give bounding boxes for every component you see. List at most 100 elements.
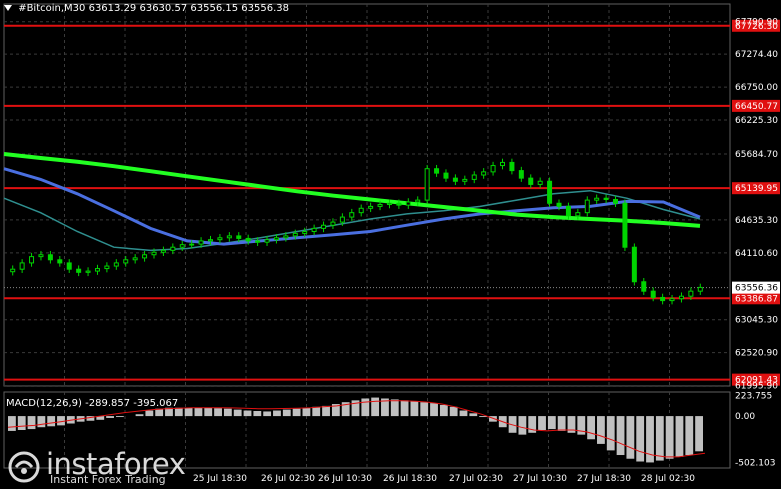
candle-body <box>302 231 308 234</box>
macd-histogram-bar <box>17 416 26 430</box>
candle-body <box>622 202 628 248</box>
instaforex-logo-icon <box>8 451 40 483</box>
macd-histogram-bar <box>400 400 409 417</box>
macd-histogram-bar <box>243 410 252 417</box>
macd-label: MACD(12,26,9) -289.857 -395.067 <box>6 398 179 409</box>
macd-histogram-bar <box>449 406 458 417</box>
candle-body <box>10 268 16 273</box>
macd-histogram-bar <box>547 416 556 430</box>
price-tick-label: 64110.60 <box>735 249 778 259</box>
macd-histogram-bar <box>665 416 674 459</box>
price-tick-label: 67274.40 <box>735 50 778 60</box>
candle-body <box>94 268 100 272</box>
candle-body <box>339 216 345 223</box>
macd-histogram-bar <box>135 414 144 417</box>
price-tick-label: 61995.90 <box>735 382 778 392</box>
candle-body <box>273 237 279 241</box>
macd-histogram-bar <box>47 416 56 427</box>
price-tick-label: 66225.30 <box>735 116 778 126</box>
macd-histogram-bar <box>233 409 242 417</box>
price-chart[interactable]: 67726.3066450.7765139.9563386.8762091.43… <box>0 0 781 489</box>
macd-histogram-bar <box>253 411 262 417</box>
chart-header: #Bitcoin,M30 63613.29 63630.57 63556.15 … <box>4 3 289 14</box>
candle-body <box>151 251 157 256</box>
candle-body <box>396 202 402 206</box>
time-tick-label: 25 Jul 18:30 <box>193 474 247 484</box>
macd-histogram-bar <box>322 405 330 417</box>
candle-body <box>434 168 440 174</box>
candle-body <box>565 205 571 217</box>
time-tick-label: 26 Jul 02:30 <box>261 474 315 484</box>
candle-body <box>613 198 619 204</box>
dropdown-triangle-icon[interactable] <box>4 5 12 11</box>
candle-body <box>424 168 430 201</box>
macd-histogram-bar <box>145 410 154 417</box>
candle-body <box>330 221 336 226</box>
candle-body <box>594 197 600 201</box>
candle-body <box>217 237 223 241</box>
candle-body <box>226 235 232 239</box>
candle-body <box>142 254 148 259</box>
candle-body <box>556 202 562 207</box>
macd-histogram-bar <box>459 410 468 417</box>
candle-body <box>132 257 138 261</box>
macd-histogram-bar <box>27 416 36 430</box>
macd-histogram-bar <box>655 416 664 461</box>
macd-histogram-bar <box>390 399 399 417</box>
macd-histogram-bar <box>263 411 272 417</box>
candle-body <box>462 178 468 182</box>
candle-body <box>198 240 204 245</box>
candle-body <box>443 172 449 179</box>
macd-histogram-bar <box>184 407 193 417</box>
candle-body <box>113 262 119 267</box>
macd-histogram-bar <box>174 407 183 417</box>
macd-histogram-bar <box>430 403 438 417</box>
macd-histogram-bar <box>371 397 380 417</box>
candle-body <box>377 204 383 207</box>
candle-body <box>179 244 185 248</box>
price-tick-label: 62520.90 <box>735 349 778 359</box>
macd-histogram-bar <box>115 416 124 418</box>
macd-histogram-bar <box>636 416 645 462</box>
candle-body <box>208 239 214 242</box>
candle-body <box>405 201 411 206</box>
candle-body <box>349 212 355 218</box>
candle-body <box>189 243 195 246</box>
macd-histogram-bar <box>37 416 46 428</box>
candle-body <box>255 240 261 243</box>
macd-histogram-bar <box>685 416 694 456</box>
candle-body <box>547 180 553 204</box>
candle-body <box>292 232 298 237</box>
candle-body <box>321 224 327 229</box>
macd-histogram-bar <box>616 416 625 456</box>
macd-histogram-bar <box>587 416 596 440</box>
time-tick-label: 26 Jul 18:30 <box>383 474 437 484</box>
candle-body <box>481 171 487 176</box>
candle-body <box>575 212 581 217</box>
ohlc-values: 63613.29 63630.57 63556.15 63556.38 <box>88 3 289 14</box>
candle-body <box>358 207 364 214</box>
candle-body <box>104 265 110 270</box>
candle-body <box>631 246 637 283</box>
candle-body <box>490 165 496 173</box>
candle-body <box>386 202 392 206</box>
candle-body <box>499 161 505 167</box>
macd-histogram-bar <box>204 407 213 417</box>
macd-histogram-bar <box>106 416 114 418</box>
macd-histogram-bar <box>606 416 615 451</box>
macd-histogram-bar <box>57 416 65 426</box>
candle-body <box>641 281 647 292</box>
symbol-label: #Bitcoin,M30 <box>18 3 86 14</box>
candle-body <box>528 177 534 185</box>
macd-histogram-bar <box>282 409 291 417</box>
macd-histogram-bar <box>557 416 566 431</box>
time-tick-label: 27 Jul 18:30 <box>577 474 631 484</box>
price-tick-label: 63045.30 <box>735 316 778 326</box>
candle-body <box>660 296 666 302</box>
candle-body <box>537 180 543 185</box>
time-tick-label: 27 Jul 10:30 <box>513 474 567 484</box>
ma-blue-line <box>3 167 701 246</box>
level-label: 65139.95 <box>735 184 778 194</box>
macd-histogram-bar <box>439 404 448 417</box>
candle-body <box>19 262 25 270</box>
